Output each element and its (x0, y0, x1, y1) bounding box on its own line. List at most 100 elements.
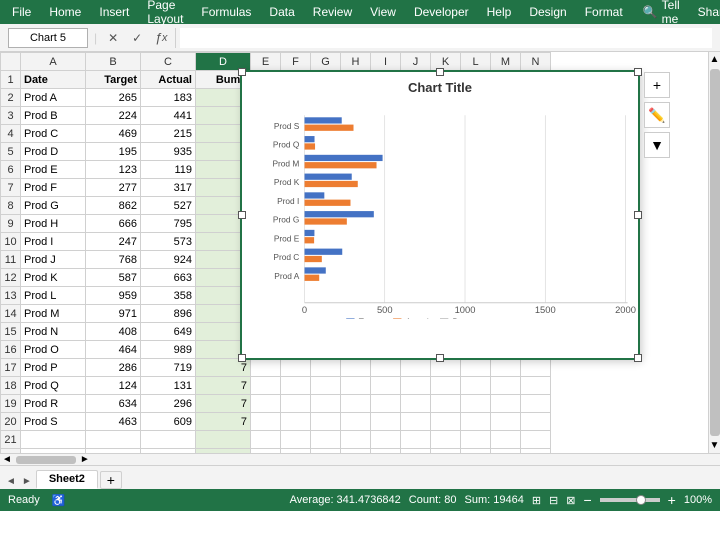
cell-r17-c10[interactable] (431, 359, 461, 377)
cell-r13-c0[interactable]: Prod L (21, 287, 86, 305)
cell-r19-c5[interactable] (281, 395, 311, 413)
cell-r3-c2[interactable]: 441 (141, 107, 196, 125)
resize-handle-tr[interactable] (634, 68, 642, 76)
scroll-up-arrow[interactable]: ▲ (708, 52, 720, 67)
cell-r7-c0[interactable]: Prod F (21, 179, 86, 197)
vertical-scrollbar[interactable]: ▲ ▼ (708, 52, 720, 453)
cell-r22-c13[interactable] (521, 449, 551, 454)
cell-r17-c9[interactable] (401, 359, 431, 377)
col-header-E[interactable]: E (251, 53, 281, 71)
cell-r5-c1[interactable]: 195 (86, 143, 141, 161)
cell-r6-c0[interactable]: Prod E (21, 161, 86, 179)
cell-r6-c1[interactable]: 123 (86, 161, 141, 179)
cell-r19-c1[interactable]: 634 (86, 395, 141, 413)
cell-r22-c12[interactable] (491, 449, 521, 454)
cell-r12-c2[interactable]: 663 (141, 269, 196, 287)
cell-r17-c13[interactable] (521, 359, 551, 377)
col-header-K[interactable]: K (431, 53, 461, 71)
cell-r16-c0[interactable]: Prod O (21, 341, 86, 359)
cell-r20-c1[interactable]: 463 (86, 413, 141, 431)
zoom-slider[interactable] (600, 498, 660, 502)
cell-r17-c11[interactable] (461, 359, 491, 377)
cell-r19-c13[interactable] (521, 395, 551, 413)
tell-me-box[interactable]: 🔍 Tell me (635, 0, 688, 28)
cell-r6-c2[interactable]: 119 (141, 161, 196, 179)
cell-r19-c8[interactable] (371, 395, 401, 413)
cell-r21-c3[interactable] (196, 431, 251, 449)
cell-r11-c2[interactable]: 924 (141, 251, 196, 269)
cell-r21-c7[interactable] (341, 431, 371, 449)
zoom-level[interactable]: 100% (684, 494, 712, 506)
row-header-4[interactable]: 4 (1, 125, 21, 143)
resize-handle-bl[interactable] (238, 354, 246, 362)
cell-r20-c10[interactable] (431, 413, 461, 431)
cell-r22-c10[interactable] (431, 449, 461, 454)
cell-r21-c9[interactable] (401, 431, 431, 449)
cell-r17-c12[interactable] (491, 359, 521, 377)
resize-handle-br[interactable] (634, 354, 642, 362)
row-header-11[interactable]: 11 (1, 251, 21, 269)
menu-review[interactable]: Review (305, 3, 360, 21)
cancel-formula-button[interactable]: ✕ (103, 28, 123, 48)
cell-r22-c5[interactable] (281, 449, 311, 454)
col-header-B[interactable]: B (86, 53, 141, 71)
scroll-right-arrow[interactable]: ► (78, 454, 92, 465)
cell-r19-c10[interactable] (431, 395, 461, 413)
cell-r7-c2[interactable]: 317 (141, 179, 196, 197)
cell-r13-c2[interactable]: 358 (141, 287, 196, 305)
menu-view[interactable]: View (362, 3, 404, 21)
add-chart-element-button[interactable]: + (644, 72, 670, 98)
col-header-H[interactable]: H (341, 53, 371, 71)
cell-r19-c7[interactable] (341, 395, 371, 413)
col-header-N[interactable]: N (521, 53, 551, 71)
cell-r19-c12[interactable] (491, 395, 521, 413)
cell-r16-c2[interactable]: 989 (141, 341, 196, 359)
menu-design[interactable]: Design (521, 3, 574, 21)
row-header-2[interactable]: 2 (1, 89, 21, 107)
cell-r9-c0[interactable]: Prod H (21, 215, 86, 233)
row-header-17[interactable]: 17 (1, 359, 21, 377)
col-header-L[interactable]: L (461, 53, 491, 71)
cell-r18-c4[interactable] (251, 377, 281, 395)
cell-r18-c8[interactable] (371, 377, 401, 395)
cell-r16-c1[interactable]: 464 (86, 341, 141, 359)
resize-handle-mr[interactable] (634, 211, 642, 219)
name-box[interactable] (8, 28, 88, 48)
cell-r22-c1[interactable] (86, 449, 141, 454)
cell-r18-c0[interactable]: Prod Q (21, 377, 86, 395)
cell-r19-c4[interactable] (251, 395, 281, 413)
cell-r18-c13[interactable] (521, 377, 551, 395)
add-sheet-button[interactable]: + (100, 471, 122, 489)
cell-r20-c5[interactable] (281, 413, 311, 431)
cell-r9-c2[interactable]: 795 (141, 215, 196, 233)
page-layout-icon[interactable]: ⊟ (549, 494, 558, 507)
sheet-tab-sheet2[interactable]: Sheet2 (36, 470, 98, 489)
cell-r4-c1[interactable]: 469 (86, 125, 141, 143)
cell-r22-c8[interactable] (371, 449, 401, 454)
row-header-1[interactable]: 1 (1, 71, 21, 89)
cell-r10-c2[interactable]: 573 (141, 233, 196, 251)
formula-input[interactable] (180, 28, 712, 48)
horizontal-scrollbar[interactable]: ◄ ► (0, 453, 720, 465)
row-header-12[interactable]: 12 (1, 269, 21, 287)
cell-r19-c11[interactable] (461, 395, 491, 413)
cell-r22-c9[interactable] (401, 449, 431, 454)
col-header-G[interactable]: G (311, 53, 341, 71)
cell-r21-c13[interactable] (521, 431, 551, 449)
row-header-9[interactable]: 9 (1, 215, 21, 233)
cell-r1-c2[interactable]: Actual (141, 71, 196, 89)
resize-handle-tm[interactable] (436, 68, 444, 76)
cell-r21-c1[interactable] (86, 431, 141, 449)
row-header-19[interactable]: 19 (1, 395, 21, 413)
col-header-J[interactable]: J (401, 53, 431, 71)
share-button[interactable]: Share (690, 3, 720, 21)
cell-r5-c0[interactable]: Prod D (21, 143, 86, 161)
cell-r18-c2[interactable]: 131 (141, 377, 196, 395)
menu-help[interactable]: Help (479, 3, 520, 21)
cell-r20-c7[interactable] (341, 413, 371, 431)
cell-r18-c1[interactable]: 124 (86, 377, 141, 395)
cell-r18-c11[interactable] (461, 377, 491, 395)
cell-r12-c1[interactable]: 587 (86, 269, 141, 287)
tab-scroll-right[interactable]: ► (20, 474, 34, 489)
cell-r10-c1[interactable]: 247 (86, 233, 141, 251)
